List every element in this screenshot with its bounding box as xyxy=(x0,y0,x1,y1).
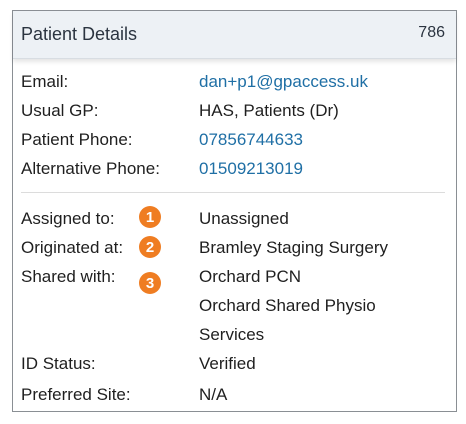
shared-with-label: Shared with: xyxy=(21,267,116,286)
usual-gp-label: Usual GP: xyxy=(21,101,99,120)
originated-at-value: Bramley Staging Surgery xyxy=(199,238,388,257)
panel-title: Patient Details xyxy=(21,24,138,44)
patient-details-card: Patient Details 786 Email: dan+p1@gpacce… xyxy=(12,10,457,412)
usual-gp-value: HAS, Patients (Dr) xyxy=(199,101,339,120)
preferred-site-value: N/A xyxy=(199,385,228,404)
id-status-label: ID Status: xyxy=(21,354,96,373)
shared-with-value: Services xyxy=(199,325,265,344)
alternative-phone-link[interactable]: 01509213019 xyxy=(199,159,303,179)
patient-phone-link[interactable]: 07856744633 xyxy=(199,130,303,150)
id-status-value: Verified xyxy=(199,354,256,373)
preferred-site-label: Preferred Site: xyxy=(21,385,131,404)
email-label: Email: xyxy=(21,72,69,91)
shared-with-value: Orchard Shared Physio xyxy=(199,296,376,315)
callout-badge-1: 1 xyxy=(139,206,161,228)
alternative-phone-label: Alternative Phone: xyxy=(21,159,160,178)
patient-phone-label: Patient Phone: xyxy=(21,130,133,149)
assigned-to-label: Assigned to: xyxy=(21,209,115,228)
callout-badge-2: 2 xyxy=(139,236,161,258)
email-link[interactable]: dan+p1@gpaccess.uk xyxy=(199,72,368,92)
originated-at-label: Originated at: xyxy=(21,238,124,257)
section-divider xyxy=(21,192,445,193)
shared-with-value: Orchard PCN xyxy=(199,267,302,286)
patient-count: 786 xyxy=(418,24,445,41)
callout-badge-3: 3 xyxy=(139,272,161,294)
assigned-to-value: Unassigned xyxy=(199,209,289,228)
card-header: Patient Details 786 xyxy=(13,11,456,59)
